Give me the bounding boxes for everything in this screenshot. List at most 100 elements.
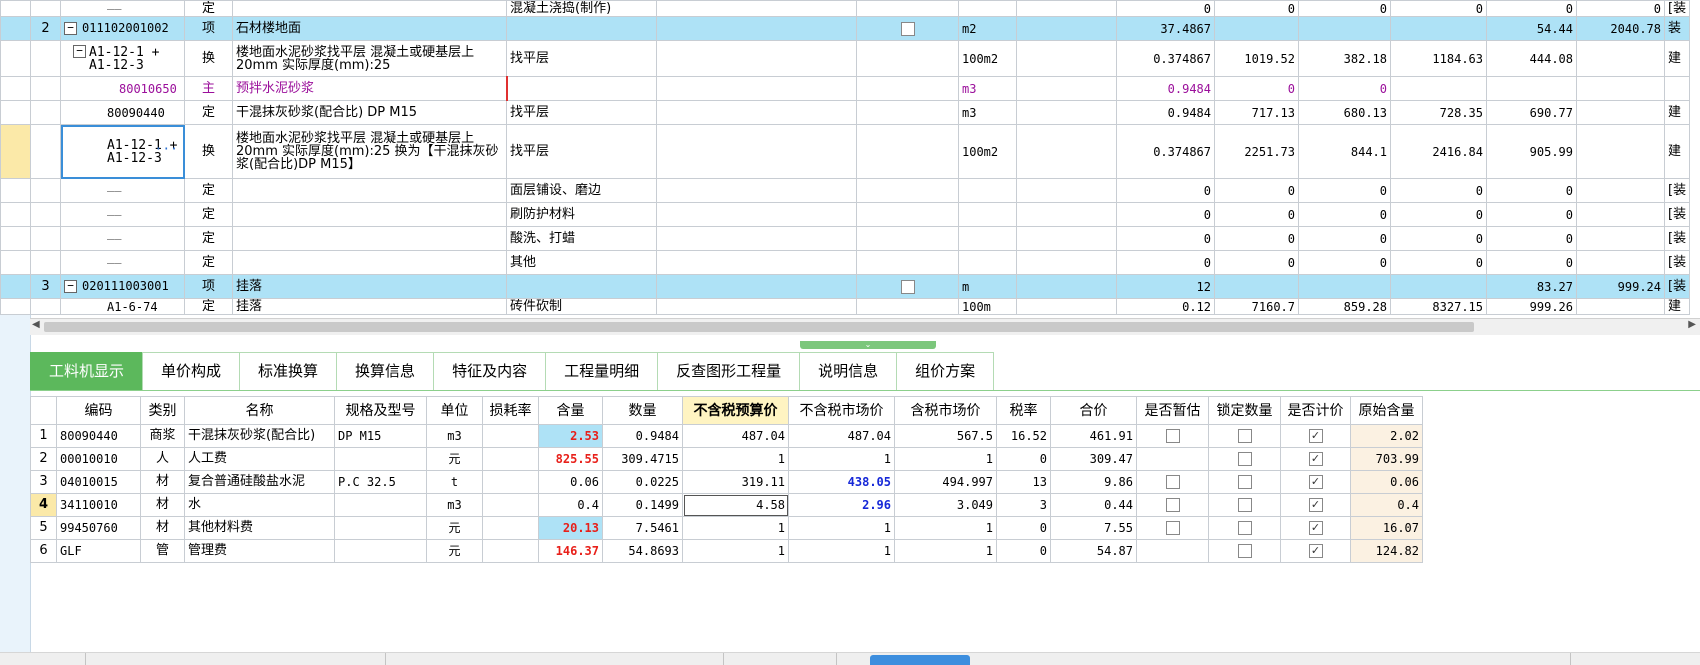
checkbox-cell[interactable] [856, 250, 959, 275]
column-header-3[interactable]: 名称 [184, 396, 335, 425]
loss-cell[interactable] [482, 424, 539, 448]
value-cell-c4[interactable]: 54.44 [1486, 16, 1577, 41]
row-header[interactable] [0, 226, 31, 251]
value-cell-c5[interactable] [1576, 202, 1665, 227]
feature-cell[interactable]: 酸洗、打蜡 [506, 226, 657, 251]
name-cell[interactable]: 复合普通硅酸盐水泥 [184, 470, 335, 494]
top-row[interactable]: —— 定混凝土浇捣(制作) 0 0 0 0 0 0 [装 [0, 0, 1691, 17]
name-cell[interactable]: 人工费 [184, 447, 335, 471]
feature-cell[interactable]: 混凝土浇捣(制作) [506, 0, 657, 17]
value-cell-qty[interactable]: 0.374867 [1116, 40, 1215, 77]
column-header-16[interactable]: 是否计价 [1280, 396, 1351, 425]
market-price-cell[interactable]: 438.05 [788, 470, 895, 494]
value-cell-c3[interactable]: 8327.15 [1390, 298, 1487, 315]
value-cell-c1[interactable] [1214, 274, 1299, 299]
market-price-cell[interactable]: 1 [788, 447, 895, 471]
total-cell[interactable]: 7.55 [1050, 516, 1137, 540]
code-cell[interactable]: −020111003001 [60, 274, 185, 299]
value-cell-c3[interactable]: 1184.63 [1390, 40, 1487, 77]
code-cell[interactable]: —— [60, 226, 185, 251]
loss-cell[interactable] [482, 493, 539, 517]
tab-7[interactable]: 说明信息 [799, 352, 898, 390]
feature-cell[interactable]: 砖件砍制 [506, 298, 657, 315]
top-row[interactable]: A1-6-74 定挂落 砖件砍制 100m 0.12 7160.7 859.28 8327.1… [0, 298, 1691, 315]
quantity-cell[interactable]: 0.1499 [602, 493, 683, 517]
unit-cell[interactable]: m [958, 274, 1017, 299]
spec-cell[interactable]: DP M15 [334, 424, 427, 448]
code-cell[interactable]: GLF [56, 539, 141, 563]
row-header[interactable] [0, 100, 31, 125]
feature-cell[interactable]: 刷防护材料 [506, 202, 657, 227]
priced-checkbox[interactable]: ✓ [1308, 429, 1323, 443]
name-cell[interactable]: 楼地面水泥砂浆找平层 混凝土或硬基层上 20mm 实际厚度(mm):25 换为【… [232, 124, 507, 179]
column-header-6[interactable]: 损耗率 [482, 396, 539, 425]
tax-rate-cell[interactable]: 3 [996, 493, 1051, 517]
column-header-10[interactable]: 不含税市场价 [788, 396, 895, 425]
column-header-14[interactable]: 是否暂估 [1136, 396, 1209, 425]
name-cell[interactable]: 其他材料费 [184, 516, 335, 540]
resource-row[interactable]: 6 GLF 管管理费元 146.37 54.8693 1 1 1 0 54.87 ✓ 124.82 [30, 539, 1423, 563]
priced-cell[interactable]: ✓ [1280, 516, 1351, 540]
priced-cell[interactable]: ✓ [1280, 539, 1351, 563]
row-header[interactable] [0, 298, 31, 315]
column-header-4[interactable]: 规格及型号 [334, 396, 427, 425]
checkbox-cell[interactable] [856, 202, 959, 227]
code-cell[interactable]: − A1-12-1 + A1-12-3 [60, 40, 185, 77]
total-cell[interactable]: 461.91 [1050, 424, 1137, 448]
category-cell[interactable]: 项 [184, 16, 233, 41]
tempest-cell[interactable] [1136, 516, 1209, 540]
code-cell[interactable]: 99450760 [56, 516, 141, 540]
name-cell[interactable]: 预拌水泥砂浆 [232, 76, 508, 101]
spec-cell[interactable] [334, 539, 427, 563]
value-cell-c2[interactable]: 382.18 [1298, 40, 1391, 77]
unit-cell[interactable]: m3 [426, 424, 483, 448]
column-header-1[interactable]: 编码 [56, 396, 141, 425]
name-cell[interactable] [232, 178, 507, 203]
resource-row[interactable]: 5 99450760 材其他材料费元 20.13 7.5461 1 1 1 0 7.55 ✓ 16.0… [30, 516, 1423, 540]
scroll-thumb[interactable] [44, 322, 1474, 332]
tab-1[interactable]: 单价构成 [142, 352, 241, 390]
lock-checkbox[interactable] [1237, 544, 1252, 558]
checkbox-cell[interactable] [856, 0, 959, 17]
value-cell-c1[interactable]: 717.13 [1214, 100, 1299, 125]
tax-rate-cell[interactable]: 13 [996, 470, 1051, 494]
value-cell-c4[interactable]: 83.27 [1486, 274, 1577, 299]
code-cell[interactable]: 04010015 [56, 470, 141, 494]
feature-cell[interactable]: 找平层 [506, 100, 657, 125]
market-price-cell[interactable]: 487.04 [788, 424, 895, 448]
value-cell-c5[interactable] [1576, 124, 1665, 179]
column-header-8[interactable]: 数量 [602, 396, 683, 425]
category-cell[interactable]: 材 [140, 516, 185, 540]
name-cell[interactable] [232, 226, 507, 251]
value-cell-c1[interactable]: 7160.7 [1214, 298, 1299, 315]
collapse-icon[interactable]: − [64, 280, 77, 293]
priced-checkbox[interactable]: ✓ [1308, 475, 1323, 489]
value-cell-c4[interactable]: 690.77 [1486, 100, 1577, 125]
value-cell-c3[interactable]: 0 [1390, 250, 1487, 275]
value-cell-c4[interactable]: 0 [1486, 202, 1577, 227]
value-cell-c2[interactable]: 0 [1298, 0, 1391, 17]
code-cell[interactable]: 34110010 [56, 493, 141, 517]
tab-2[interactable]: 标准换算 [239, 352, 338, 390]
column-header-5[interactable]: 单位 [426, 396, 483, 425]
checkbox-cell[interactable] [856, 100, 959, 125]
value-cell-c1[interactable]: 0 [1214, 76, 1299, 101]
unit-cell[interactable] [958, 0, 1017, 17]
name-cell[interactable]: 挂落 [232, 274, 507, 299]
row-header[interactable] [0, 202, 31, 227]
category-cell[interactable]: 定 [184, 250, 233, 275]
row-header[interactable] [0, 274, 31, 299]
name-cell[interactable] [232, 250, 507, 275]
name-cell[interactable]: 干混抹灰砂浆(配合比) DP M15 [232, 100, 507, 125]
loss-cell[interactable] [482, 447, 539, 471]
market-price-cell[interactable]: 1 [788, 516, 895, 540]
lock-cell[interactable] [1208, 493, 1281, 517]
row-header[interactable] [0, 0, 31, 17]
top-row[interactable]: —— 定面层铺设、磨边 0 0 0 0 0 [装 [0, 178, 1691, 203]
value-cell-c2[interactable]: 680.13 [1298, 100, 1391, 125]
top-row[interactable]: − A1-12-1 + A1-12-3 换楼地面水泥砂浆找平层 混凝土或硬基层上 2… [0, 40, 1691, 77]
value-cell-c5[interactable] [1576, 76, 1665, 101]
checkbox[interactable] [900, 279, 915, 294]
name-cell[interactable]: 楼地面水泥砂浆找平层 混凝土或硬基层上 20mm 实际厚度(mm):25 [232, 40, 507, 77]
horizontal-scrollbar[interactable]: ◀ ▶ [30, 318, 1700, 335]
